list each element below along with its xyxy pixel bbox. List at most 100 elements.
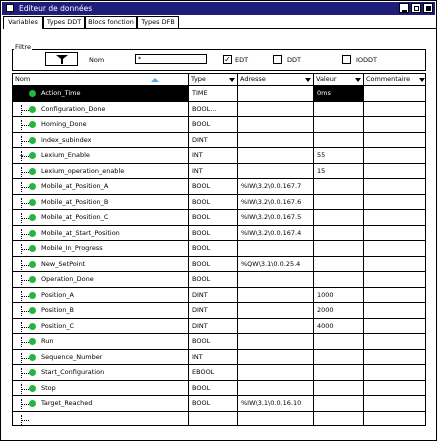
address-dropdown-icon[interactable] [305,78,311,82]
table-row[interactable]: index_subindex DINT [13,132,425,148]
comment-cell[interactable] [364,117,425,133]
name-filter-input[interactable]: * [135,54,207,64]
type-cell[interactable]: DINT [189,303,238,319]
name-cell[interactable]: Mobile_In_Progress [13,241,189,257]
value-dropdown-icon[interactable] [355,78,361,82]
value-cell[interactable] [314,272,364,288]
value-cell[interactable] [314,396,364,412]
value-cell[interactable] [314,256,364,272]
address-cell[interactable]: %IW\3.2\0.0.167.4 [238,225,314,241]
type-cell[interactable]: BOOL [189,272,238,288]
ioddt-checkbox[interactable] [342,55,351,64]
comment-cell[interactable] [364,133,425,148]
table-row[interactable]: Position_B DINT 2000 [13,303,425,319]
name-cell[interactable]: Run [13,334,189,350]
column-header-name[interactable]: Nom [13,74,189,86]
value-cell[interactable] [314,334,364,350]
value-cell[interactable]: 0ms [314,86,364,102]
name-cell[interactable]: Lexium_operation_enable [13,163,189,179]
type-cell[interactable]: BOOL [189,117,238,133]
empty-row[interactable] [13,411,425,426]
type-cell[interactable]: INT [189,349,238,365]
value-cell[interactable] [314,349,364,365]
comment-cell[interactable] [364,350,425,365]
value-cell[interactable] [314,380,364,396]
type-cell[interactable]: DINT [189,318,238,334]
tab-variables[interactable]: Variables [3,16,43,29]
comment-cell[interactable] [364,319,425,334]
name-cell[interactable]: Mobile_at_Position_B [13,194,189,210]
type-cell[interactable] [189,411,238,425]
address-cell[interactable] [238,117,314,133]
title-bar[interactable]: Editeur de données [2,2,435,15]
value-cell[interactable] [314,411,364,425]
table-row[interactable]: Sequence_Number INT [13,349,425,365]
type-dropdown-icon[interactable] [229,78,235,82]
value-cell[interactable] [314,179,364,195]
name-cell[interactable]: Action_Time [13,86,189,102]
column-header-type[interactable]: Type [189,74,238,86]
name-cell[interactable]: Position_C [13,318,189,334]
name-cell[interactable]: Position_A [13,287,189,303]
value-cell[interactable]: 1000 [314,287,364,303]
edt-checkbox[interactable]: ✓ [223,55,232,64]
comment-cell[interactable] [364,381,425,396]
table-row[interactable]: Run BOOL [13,334,425,350]
name-cell[interactable]: Homing_Done [13,117,189,133]
value-cell[interactable] [314,210,364,226]
type-cell[interactable]: BOOL [189,179,238,195]
type-cell[interactable]: DINT [189,287,238,303]
address-cell[interactable] [238,86,314,102]
comment-cell[interactable] [364,86,425,102]
comment-cell[interactable] [364,241,425,257]
type-cell[interactable]: DINT [189,132,238,148]
value-cell[interactable] [314,101,364,117]
address-cell[interactable]: %IW\3.2\0.0.167.6 [238,194,314,210]
column-header-address[interactable]: Adresse [238,74,314,86]
address-cell[interactable] [238,318,314,334]
type-cell[interactable]: BOOL [189,396,238,412]
name-cell[interactable]: Mobile_at_Position_C [13,210,189,226]
name-cell[interactable]: Position_B [13,303,189,319]
type-cell[interactable]: EBOOL [189,365,238,381]
name-cell[interactable]: + Lexium_Enable [13,148,189,164]
comment-cell[interactable] [364,334,425,350]
column-header-value[interactable]: Valeur [314,74,364,86]
comment-cell[interactable] [364,303,425,319]
table-row[interactable]: Target_Reached BOOL %IW\3.1\0.0.16.10 [13,396,425,412]
comment-cell[interactable] [364,396,425,412]
filter-button[interactable] [45,52,78,66]
address-cell[interactable] [238,334,314,350]
address-cell[interactable]: %IW\3.2\0.0.167.5 [238,210,314,226]
address-cell[interactable]: %QW\3.1\0.0.25.4 [238,256,314,272]
type-cell[interactable]: BOOL [189,256,238,272]
name-cell[interactable]: Start_Configuration [13,365,189,381]
value-cell[interactable] [314,365,364,381]
table-row[interactable]: Operation_Done BOOL [13,272,425,288]
address-cell[interactable] [238,148,314,164]
address-cell[interactable]: %IW\3.2\0.0.167.7 [238,179,314,195]
name-cell[interactable]: Stop [13,380,189,396]
type-cell[interactable]: INT [189,148,238,164]
type-cell[interactable]: INT [189,163,238,179]
name-cell[interactable]: index_subindex [13,132,189,148]
comment-cell[interactable] [364,288,425,303]
value-cell[interactable] [314,241,364,257]
value-cell[interactable] [314,194,364,210]
comment-cell[interactable] [364,102,425,117]
table-row[interactable]: Mobile_at_Start_Position BOOL %IW\3.2\0.0.… [13,225,425,241]
table-row[interactable]: Action_Time TIME 0ms [13,86,425,102]
comment-cell[interactable] [364,148,425,164]
type-cell[interactable]: BOOL [189,241,238,257]
comment-dropdown-icon[interactable] [419,78,425,82]
comment-cell[interactable] [364,257,425,272]
address-cell[interactable] [238,132,314,148]
comment-cell[interactable] [364,412,425,426]
address-cell[interactable] [238,101,314,117]
type-cell[interactable]: BOOL [189,334,238,350]
table-row[interactable]: Lexium_operation_enable INT 15 [13,163,425,179]
comment-cell[interactable] [364,179,425,195]
table-row[interactable]: Position_A DINT 1000 [13,287,425,303]
table-row[interactable]: Mobile_In_Progress BOOL [13,241,425,257]
address-cell[interactable] [238,365,314,381]
